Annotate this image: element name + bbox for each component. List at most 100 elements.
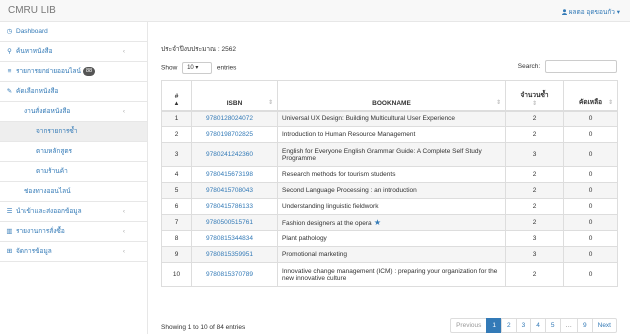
remain-count: 0 <box>563 262 618 287</box>
remain-count: 0 <box>563 230 618 247</box>
row-number: 9 <box>161 246 192 263</box>
repeat-count: 3 <box>505 142 564 167</box>
sidebar-item[interactable]: จากรายการซ้ำ <box>0 122 147 142</box>
star-icon[interactable]: ★ <box>372 218 381 227</box>
table-row: 1 9780128024072 Universal UX Design: Build… <box>161 110 618 127</box>
table-row: 3 9780241242360 English for Everyone Engli… <box>161 142 618 167</box>
sidebar-item-label: ตามร้านค้า <box>36 168 68 175</box>
entries-select[interactable]: 10 ▾ <box>182 62 213 74</box>
sidebar-item[interactable]: งานสั่งต่อหนังสือ ‹ <box>0 102 147 122</box>
sidebar-item[interactable]: ⚲ ค้นหาหนังสือ ‹ <box>0 42 147 62</box>
pagination-page[interactable]: 5 <box>544 318 561 333</box>
row-number: 6 <box>161 198 192 215</box>
sidebar-item-label: นำเข้าและส่งออกข้อมูล <box>16 208 82 215</box>
row-number: 5 <box>161 182 192 199</box>
pagination-page[interactable]: 1 <box>486 318 502 333</box>
sidebar-item[interactable]: ☰ นำเข้าและส่งออกข้อมูล ‹ <box>0 202 147 222</box>
remain-count: 0 <box>563 142 618 167</box>
table-row: 7 9780500515761 Fashion designers at the o… <box>161 214 618 231</box>
table-row: 4 9780415673198 Research methods for touri… <box>161 166 618 183</box>
row-number: 8 <box>161 230 192 247</box>
row-number: 1 <box>161 110 192 127</box>
table-header-row: # ▲ ISBN ⇕ BOOKNAME ⇕ จำนวนซ้ำ ⇕ คัดเหลือ ⇕ <box>161 80 618 112</box>
remain-count: 0 <box>563 126 618 143</box>
sidebar-item[interactable]: ตามหลักสูตร <box>0 142 147 162</box>
pagination-page[interactable]: 4 <box>530 318 546 333</box>
repeat-count: 2 <box>505 126 564 143</box>
isbn-link[interactable]: 9780500515761 <box>191 214 278 231</box>
sidebar-item-label: จากรายการซ้ำ <box>36 128 78 135</box>
isbn-link[interactable]: 9780415786133 <box>191 198 278 215</box>
isbn-link[interactable]: 9780815344834 <box>191 230 278 247</box>
sort-icon: ⇕ <box>607 99 613 106</box>
repeat-count: 2 <box>505 110 564 127</box>
sidebar-item-label: Dashboard <box>16 28 48 35</box>
edit-icon: ✎ <box>6 88 13 95</box>
pagination: Previous 1 2 3 4 5… 9 Next <box>450 318 617 333</box>
sidebar-item[interactable]: ▥ รายงานการสั่งซื้อ ‹ <box>0 222 147 242</box>
isbn-link[interactable]: 9780198702825 <box>191 126 278 143</box>
column-header-isbn[interactable]: ISBN ⇕ <box>191 80 278 112</box>
isbn-link[interactable]: 9780815359951 <box>191 246 278 263</box>
sidebar-item-label: ช่องทางออนไลน์ <box>24 188 71 195</box>
sidebar-item[interactable]: ⊞ จัดการข้อมูล ‹ <box>0 242 147 262</box>
book-name: Fashion designers at the opera ★ <box>277 214 506 231</box>
chevron-left-icon: ‹ <box>122 248 125 255</box>
sidebar-item[interactable]: ช่องทางออนไลน์ <box>0 182 147 202</box>
column-header-no[interactable]: # ▲ <box>161 80 192 112</box>
brand-logo[interactable]: CMRU LIB <box>8 5 56 16</box>
sitemap-icon: ⊞ <box>6 248 13 255</box>
list-icon: ☰ <box>6 208 13 215</box>
repeat-count: 2 <box>505 214 564 231</box>
table-row: 8 9780815344834 Plant pathology 3 0 <box>161 230 618 247</box>
column-header-repeat[interactable]: จำนวนซ้ำ ⇕ <box>505 80 564 112</box>
row-number: 7 <box>161 214 192 231</box>
sidebar-item-label: รายการยกย่ายออนไลน์ <box>16 68 81 75</box>
isbn-link[interactable]: 9780415708043 <box>191 182 278 199</box>
repeat-count: 2 <box>505 198 564 215</box>
pagination-page[interactable]: 2 <box>501 318 517 333</box>
isbn-link[interactable]: 9780815370789 <box>191 262 278 287</box>
sort-icon: ⇕ <box>267 99 273 106</box>
column-header-remain[interactable]: คัดเหลือ ⇕ <box>563 80 618 112</box>
isbn-link[interactable]: 9780415673198 <box>191 166 278 183</box>
sort-icon: ⇕ <box>495 99 501 106</box>
user-menu[interactable]: ผลตอ อุดขอนกัว ▾ <box>561 7 620 17</box>
sidebar-item[interactable]: ≡ รายการยกย่ายออนไลน์ 88 <box>0 62 147 82</box>
row-number: 3 <box>161 142 192 167</box>
table-row: 6 9780415786133 Understanding linguistic f… <box>161 198 618 215</box>
entries-label: entries <box>216 64 237 72</box>
sidebar-item[interactable]: ◷ Dashboard <box>0 22 147 42</box>
pagination-page[interactable]: 9 <box>577 318 593 333</box>
book-name: Innovative change management (ICM) : pre… <box>277 262 506 287</box>
fiscal-year-label: ประจำปีงบประมาณ : 2562 <box>161 46 236 53</box>
pagination-previous[interactable]: Previous <box>450 318 488 333</box>
bar-chart-icon: ▥ <box>6 228 13 235</box>
pagination-page[interactable]: 3 <box>515 318 532 333</box>
table-row: 2 9780198702825 Introduction to Human Reso… <box>161 126 618 143</box>
remain-count: 0 <box>563 182 618 199</box>
isbn-link[interactable]: 9780128024072 <box>191 110 278 127</box>
isbn-link[interactable]: 9780241242360 <box>191 142 278 167</box>
column-header-bookname[interactable]: BOOKNAME ⇕ <box>277 80 506 112</box>
repeat-count: 2 <box>505 262 564 287</box>
sidebar-item-label: จัดการข้อมูล <box>16 248 52 255</box>
remain-count: 0 <box>563 110 618 127</box>
top-navbar: CMRU LIB ผลตอ อุดขอนกัว ▾ <box>0 0 630 22</box>
chevron-left-icon: ‹ <box>122 208 125 215</box>
repeat-count: 2 <box>505 166 564 183</box>
row-number: 10 <box>161 262 192 287</box>
sidebar-item[interactable]: ตามร้านค้า <box>0 162 147 182</box>
book-name: Introduction to Human Resource Managemen… <box>277 126 506 143</box>
chevron-left-icon: ‹ <box>122 228 125 235</box>
search-input[interactable] <box>545 60 617 73</box>
repeat-count: 3 <box>505 230 564 247</box>
sidebar-item-label: ค้นหาหนังสือ <box>16 48 53 55</box>
user-icon <box>561 9 567 15</box>
row-number: 4 <box>161 166 192 183</box>
sidebar-item[interactable]: ✎ คัดเลือกหนังสือ <box>0 82 147 102</box>
sidebar-item-label: ตามหลักสูตร <box>36 148 73 155</box>
pagination-next[interactable]: Next <box>591 318 617 333</box>
row-number: 2 <box>161 126 192 143</box>
book-name: Second Language Processing : an introduc… <box>277 182 506 199</box>
